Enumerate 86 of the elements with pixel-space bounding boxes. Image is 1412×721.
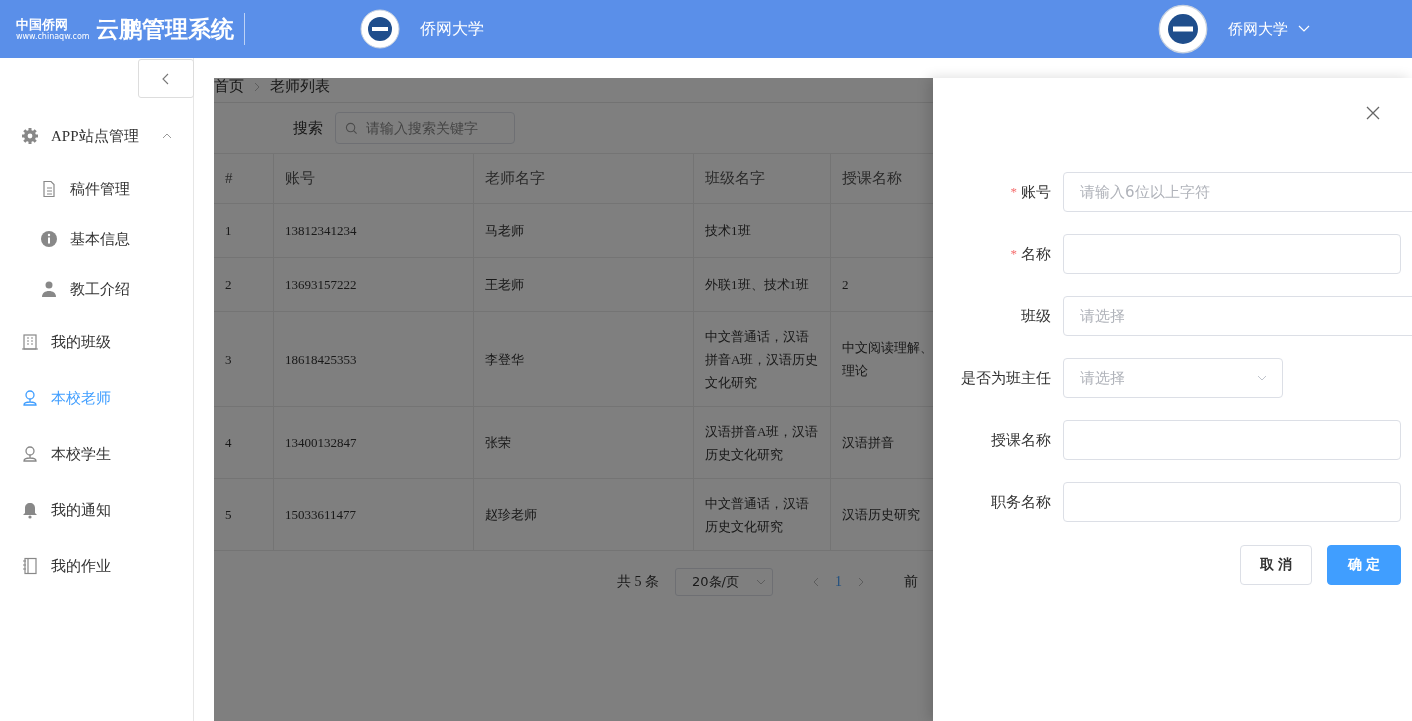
menu-item[interactable]: 本校学生 xyxy=(0,426,193,482)
bell-icon xyxy=(21,501,39,519)
person-icon xyxy=(40,280,58,298)
breadcrumb-separator-icon xyxy=(254,82,260,92)
table-cell-text: 马老师 xyxy=(485,222,524,240)
system-name: 云鹏管理系统 xyxy=(95,14,234,44)
table-cell-text: 13400132847 xyxy=(285,434,357,452)
total-count: 共 5 条 xyxy=(617,573,659,591)
submenu-item[interactable]: 稿件管理 xyxy=(0,164,193,214)
menu-item[interactable]: 我的通知 xyxy=(0,482,193,538)
required-asterisk: * xyxy=(1010,184,1017,200)
breadcrumb-item[interactable]: 首页 xyxy=(214,78,244,95)
overlay-mask[interactable] xyxy=(214,78,933,721)
table-cell-text: 1 xyxy=(225,222,232,240)
input-field[interactable]: 请输入6位以上字符 xyxy=(1063,172,1412,212)
table-cell-text: 中文普通话，汉语拼音A班，汉语历史文化研究 xyxy=(705,327,819,392)
logo-mark: 中国侨网 xyxy=(16,17,69,31)
field-label: 是否为班主任 xyxy=(961,368,1051,388)
chevron-left-icon xyxy=(162,72,170,85)
menu-item[interactable]: 我的班级 xyxy=(0,314,193,370)
table-cell-text: 赵珍老师 xyxy=(485,506,537,524)
table-cell-text: 汉语拼音 xyxy=(842,434,894,452)
field-label: 班级 xyxy=(1021,306,1051,326)
table-cell-text: 15033611477 xyxy=(285,506,357,524)
notebook-icon xyxy=(21,557,39,575)
table-cell-text: 18618425353 xyxy=(285,350,357,369)
submenu-item[interactable]: 基本信息 xyxy=(0,214,193,264)
emblem-icon xyxy=(359,9,400,49)
table-cell-text: 13693157222 xyxy=(285,276,357,294)
document-icon xyxy=(40,180,58,198)
field-label: 职务名称 xyxy=(991,492,1051,512)
school-name: 侨网大学 xyxy=(419,18,484,40)
field-label: 名称 xyxy=(1021,244,1051,264)
avatar-emblem-icon[interactable] xyxy=(1158,4,1208,54)
page-size-select[interactable]: 20条/页 xyxy=(675,568,773,596)
table-cell-text: 2 xyxy=(225,276,232,294)
field-label: 账号 xyxy=(1021,182,1051,202)
chevron-up-icon xyxy=(162,133,172,139)
table-cell-text: 技术1班 xyxy=(705,222,751,240)
next-page-icon[interactable] xyxy=(858,577,864,587)
submenu-item[interactable]: 教工介绍 xyxy=(0,264,193,314)
person-outline-icon xyxy=(21,389,39,407)
jump-label: 前 xyxy=(904,573,918,591)
close-icon[interactable] xyxy=(1366,106,1380,120)
select-field[interactable]: 请选择 xyxy=(1063,358,1283,398)
required-asterisk: * xyxy=(1010,246,1017,262)
info-icon xyxy=(40,230,58,248)
logo-url: www.chinaqw.com xyxy=(16,32,90,41)
column-header: 账号 xyxy=(285,169,315,188)
column-header: 老师名字 xyxy=(485,169,545,188)
table-cell-text: 李登华 xyxy=(485,350,524,369)
column-header: 班级名字 xyxy=(705,169,765,188)
breadcrumb-item: 老师列表 xyxy=(270,78,330,95)
chevron-down-icon xyxy=(756,579,766,585)
chevron-down-icon[interactable] xyxy=(1298,25,1310,33)
table-cell-text: 2 xyxy=(842,276,849,294)
table-cell-text: 3 xyxy=(225,350,232,369)
input-field[interactable] xyxy=(1063,234,1401,274)
table-cell-text: 汉语历史研究 xyxy=(842,506,920,524)
table-cell-text: 中文普通话，汉语历史文化研究 xyxy=(705,494,810,536)
chevron-down-icon xyxy=(1257,375,1267,381)
field-label: 授课名称 xyxy=(991,430,1051,450)
table-cell-text: 13812341234 xyxy=(285,222,357,240)
gear-icon xyxy=(21,127,39,145)
search-label: 搜索 xyxy=(293,118,323,138)
search-icon xyxy=(345,122,358,135)
select-field[interactable]: 请选择 xyxy=(1063,296,1412,336)
column-header: # xyxy=(225,169,233,188)
collapse-button[interactable] xyxy=(138,59,194,98)
table-cell-text: 4 xyxy=(225,434,232,452)
menu-item[interactable]: APP站点管理 xyxy=(0,108,193,164)
table-cell-text: 中文阅读理解、理论 xyxy=(842,339,933,380)
column-header: 授课名称 xyxy=(842,169,902,188)
person-outline-icon xyxy=(21,445,39,463)
table-cell-text: 5 xyxy=(225,506,232,524)
table-cell-text: 王老师 xyxy=(485,276,524,294)
input-field[interactable] xyxy=(1063,420,1401,460)
menu-item[interactable]: 我的作业 xyxy=(0,538,193,594)
table-cell-text: 汉语拼音A班，汉语历史文化研究 xyxy=(705,422,819,464)
input-field[interactable] xyxy=(1063,482,1401,522)
table-cell-text: 外联1班、技术1班 xyxy=(705,276,809,294)
previous-page-icon[interactable] xyxy=(813,577,819,587)
building-icon xyxy=(21,333,39,351)
table-cell-text: 张荣 xyxy=(485,434,511,452)
cancel-button[interactable]: 取 消 xyxy=(1240,545,1312,585)
search-field[interactable]: 请输入搜索关键字 xyxy=(335,112,515,144)
